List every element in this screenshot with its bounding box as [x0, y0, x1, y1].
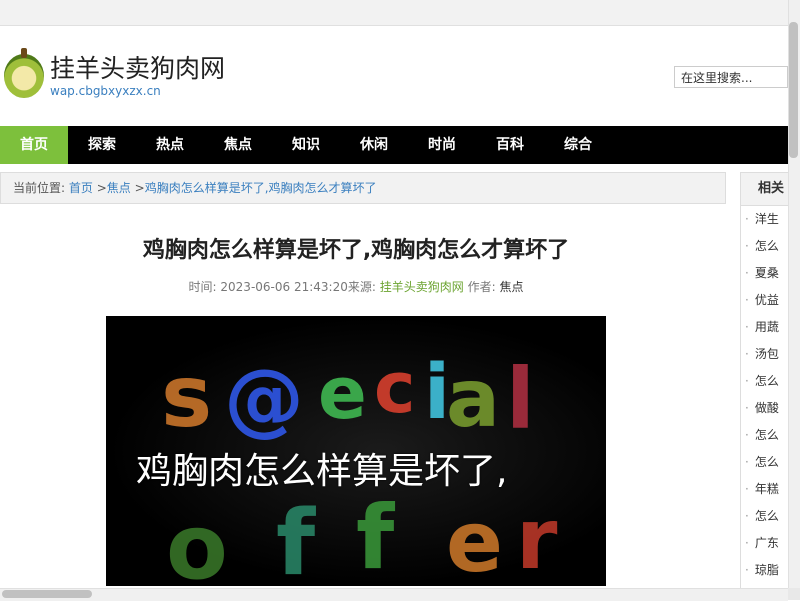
svg-text:@: @: [224, 352, 304, 445]
sidebar-item-label[interactable]: 汤包: [755, 347, 779, 361]
svg-text:s: s: [161, 347, 212, 447]
bullet-icon: ·: [745, 266, 749, 280]
nav-item-home[interactable]: 首页: [0, 126, 68, 164]
svg-text:o: o: [166, 495, 228, 586]
time-label: 时间:: [188, 280, 217, 294]
sidebar-item[interactable]: · 怎么: [741, 449, 788, 476]
sidebar-item[interactable]: · 怎么: [741, 503, 788, 530]
image-caption: 鸡胸肉怎么样算是坏了,: [136, 451, 508, 492]
sidebar-item[interactable]: · 广东: [741, 530, 788, 557]
svg-text:f: f: [356, 486, 396, 586]
breadcrumb-home-link[interactable]: 首页: [69, 181, 93, 195]
author-name: 焦点: [499, 280, 524, 294]
article-image: s @ e c i a l o f f e r 鸡胸肉怎么样算是坏了,: [106, 316, 606, 586]
search-input[interactable]: [674, 66, 788, 88]
scrollbar-corner: [788, 588, 800, 600]
svg-text:f: f: [276, 491, 316, 586]
svg-text:e: e: [318, 351, 367, 435]
breadcrumb: 当前位置: 首页 >焦点 >鸡胸肉怎么样算是坏了,鸡胸肉怎么才算坏了: [0, 172, 726, 204]
sidebar-item[interactable]: · 怎么: [741, 422, 788, 449]
sidebar-item[interactable]: · 优益: [741, 287, 788, 314]
sidebar-item-label[interactable]: 怎么: [755, 239, 779, 253]
nav-item-hot[interactable]: 热点: [136, 126, 204, 164]
bullet-icon: ·: [745, 509, 749, 523]
sidebar-item[interactable]: · 年糕: [741, 476, 788, 503]
nav-item-focus[interactable]: 焦点: [204, 126, 272, 164]
publish-time: 2023-06-06 21:43:20: [220, 280, 348, 294]
svg-text:c: c: [374, 347, 416, 429]
bullet-icon: ·: [745, 563, 749, 577]
breadcrumb-current-link[interactable]: 鸡胸肉怎么样算是坏了,鸡胸肉怎么才算坏了: [145, 181, 377, 195]
svg-text:e: e: [446, 493, 503, 586]
breadcrumb-separator: >: [96, 181, 107, 195]
horizontal-scrollbar[interactable]: [0, 588, 788, 601]
sidebar-item-label[interactable]: 广东: [755, 536, 779, 550]
site-logo-icon[interactable]: [4, 48, 44, 98]
svg-text:a: a: [446, 352, 500, 445]
sidebar-item-label[interactable]: 琼脂: [755, 563, 779, 577]
sidebar-item-label[interactable]: 怎么: [755, 455, 779, 469]
bullet-icon: ·: [745, 428, 749, 442]
bullet-icon: ·: [745, 347, 749, 361]
sidebar-item-label[interactable]: 优益: [755, 293, 779, 307]
nav-item-leisure[interactable]: 休闲: [340, 126, 408, 164]
bullet-icon: ·: [745, 536, 749, 550]
sidebar-item-label[interactable]: 用蔬: [755, 320, 779, 334]
svg-text:r: r: [516, 490, 558, 586]
sidebar-item-label[interactable]: 年糕: [755, 482, 779, 496]
sidebar-item[interactable]: · 汤包: [741, 341, 788, 368]
nav-item-general[interactable]: 综合: [544, 126, 612, 164]
main-nav: 首页 探索 热点 焦点 知识 休闲 时尚 百科 综合: [0, 126, 788, 164]
sidebar-item-label[interactable]: 怎么: [755, 509, 779, 523]
sidebar-item[interactable]: · 怎么: [741, 233, 788, 260]
bullet-icon: ·: [745, 212, 749, 226]
horizontal-scrollbar-thumb[interactable]: [2, 590, 92, 598]
sidebar-item[interactable]: · 怎么: [741, 368, 788, 395]
nav-item-explore[interactable]: 探索: [68, 126, 136, 164]
bullet-icon: ·: [745, 320, 749, 334]
bullet-icon: ·: [745, 455, 749, 469]
breadcrumb-category-link[interactable]: 焦点: [107, 181, 131, 195]
sidebar-item-label[interactable]: 夏桑: [755, 266, 779, 280]
breadcrumb-prefix: 当前位置:: [13, 181, 66, 195]
vertical-scrollbar-thumb[interactable]: [789, 22, 798, 158]
breadcrumb-separator: >: [134, 181, 145, 195]
sidebar-item-label[interactable]: 怎么: [755, 428, 779, 442]
sidebar-item-label[interactable]: 怎么: [755, 374, 779, 388]
sidebar-item[interactable]: · 做酸: [741, 395, 788, 422]
sidebar-item[interactable]: · 洋生: [741, 206, 788, 233]
related-sidebar: 相关 · 洋生 · 怎么 · 夏桑 · 优益 · 用蔬 · 汤包 · 怎么 · 做酸 · 怎么 ·…: [740, 172, 788, 592]
site-url[interactable]: wap.cbgbxyxzx.cn: [50, 84, 161, 98]
bullet-icon: ·: [745, 239, 749, 253]
nav-item-knowledge[interactable]: 知识: [272, 126, 340, 164]
top-strip: [0, 0, 788, 26]
bullet-icon: ·: [745, 293, 749, 307]
svg-text:l: l: [506, 350, 535, 448]
bullet-icon: ·: [745, 374, 749, 388]
sidebar-item[interactable]: · 琼脂: [741, 557, 788, 584]
site-title[interactable]: 挂羊头卖狗肉网: [50, 49, 225, 85]
source-label: 来源:: [347, 280, 376, 294]
author-label: 作者:: [467, 280, 496, 294]
article-title: 鸡胸肉怎么样算是坏了,鸡胸肉怎么才算坏了: [142, 238, 570, 263]
article-meta: 时间: 2023-06-06 21:43:20来源: 挂羊头卖狗肉网 作者: 焦…: [0, 278, 712, 295]
sidebar-item[interactable]: · 夏桑: [741, 260, 788, 287]
bullet-icon: ·: [745, 401, 749, 415]
nav-item-encyclopedia[interactable]: 百科: [476, 126, 544, 164]
sidebar-item[interactable]: · 用蔬: [741, 314, 788, 341]
sidebar-item-label[interactable]: 洋生: [755, 212, 779, 226]
source-link[interactable]: 挂羊头卖狗肉网: [380, 280, 464, 294]
sidebar-heading: 相关: [741, 173, 788, 206]
nav-item-fashion[interactable]: 时尚: [408, 126, 476, 164]
sidebar-item-label[interactable]: 做酸: [755, 401, 779, 415]
bullet-icon: ·: [745, 482, 749, 496]
